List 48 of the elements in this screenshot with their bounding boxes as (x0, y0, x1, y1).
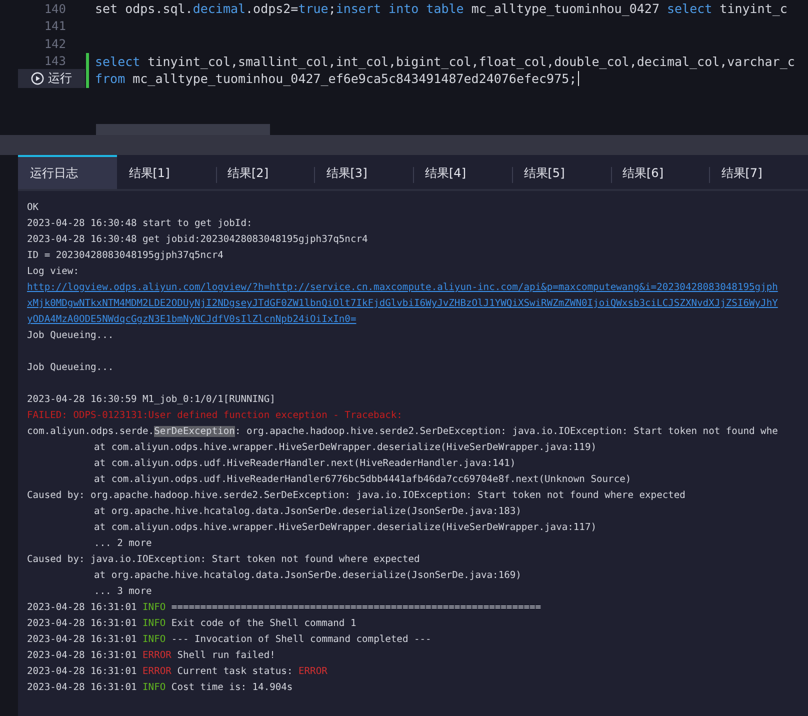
log-line: at com.aliyun.odps.hive.wrapper.HiveSerDeWrapper.deserialize(HiveSerDeWrapper.java:117) (93, 521, 598, 535)
log-line: at org.apache.hive.hcatalog.data.JsonSerDe.deserialize(JsonSerDe.java:169) (93, 569, 522, 583)
code-line: from mc_alltype_tuominhou_0427_ef6e9ca5c843491487ed24076efec975; (94, 70, 579, 88)
log-line: ... 2 more (93, 537, 153, 551)
line-number: 142 (44, 36, 67, 51)
log-line: 2023-04-28 16:31:01 INFO Cost time is: 14.904s (27, 681, 294, 695)
log-line: 2023-04-28 16:30:48 start to get jobId: (27, 217, 254, 231)
log-line: 2023-04-28 16:31:01 INFO --- Invocation of Shell command completed --- (27, 633, 432, 647)
log-line: Job Queueing... (27, 361, 115, 375)
tab[interactable]: 结果[6] (610, 155, 710, 189)
tab[interactable]: 结果[5] (512, 155, 610, 189)
log-line: ... 3 more (93, 585, 153, 599)
code-editor[interactable] (0, 0, 808, 135)
tab[interactable]: 结果[1] (116, 155, 216, 189)
log-line: at com.aliyun.odps.hive.wrapper.HiveSerDeWrapper.deserialize(HiveSerDeWrapper.java:119) (93, 441, 598, 455)
log-line: com.aliyun.odps.serde.SerDeException: org.apache.hadoop.hive.serde2.SerDeException: java.io.IOException: Start token not found whe (27, 425, 779, 439)
line-number: 143 (44, 54, 67, 68)
log-line: at com.aliyun.odps.udf.HiveReaderHandler.next(HiveReaderHandler.java:141) (93, 457, 517, 471)
log-line: at com.aliyun.odps.udf.HiveReaderHandler6776bc5dbb4441afb46da7cc69704e8f.next(Unknown Source) (93, 473, 632, 487)
log-link[interactable]: yODA4MzA0ODE5NWdqcGgzN3E1bmNyNCJdfV0sIlZlcnNpb24iOiIxIn0= (27, 312, 808, 328)
log-link[interactable]: http://logview.odps.aliyun.com/logview/?h=http://service.cn.maxcompute.aliyun-inc.com/api&p=maxcomputewang&i=20230428083048195gjph (27, 280, 808, 296)
log-line: 2023-04-28 16:31:01 ERROR Current task status: ERROR (27, 665, 328, 679)
code-line: set odps.sql.decimal.odps2=true;insert into table mc_alltype_tuominhou_0427 select tinyint_c (94, 0, 788, 18)
log-line: FAILED: ODPS-0123131:User defined function exception - Traceback: (27, 409, 404, 423)
log-line: Caused by: org.apache.hadoop.hive.serde2.SerDeException: java.io.IOException: Start token not found where expected (27, 489, 686, 503)
horizontal-scrollbar[interactable] (96, 124, 270, 135)
log-line: 2023-04-28 16:31:01 INFO ================================================================ (27, 601, 542, 615)
run-button[interactable]: 运行 (18, 69, 85, 88)
log-line: 2023-04-28 16:31:01 INFO Exit code of the Shell command 1 (27, 617, 358, 631)
log-line: Log view: (27, 265, 80, 279)
tab[interactable]: 结果[2] (216, 155, 314, 189)
log-line: 2023-04-28 16:30:59 M1_job_0:1/0/1[RUNNING] (27, 393, 276, 407)
log-line: Caused by: java.io.IOException: Start token not found where expected (27, 553, 421, 567)
tab[interactable]: 运行日志 (18, 155, 117, 189)
log-line: Job Queueing... (27, 329, 115, 343)
log-line: 2023-04-28 16:30:48 get jobid:20230428083048195gjph37q5ncr4 (27, 233, 369, 247)
play-icon (31, 72, 44, 86)
log-line: ID = 20230428083048195gjph37q5ncr4 (27, 249, 224, 263)
log-line: 2023-04-28 16:31:01 ERROR Shell run failed! (27, 649, 276, 663)
tab[interactable]: 结果[7] (709, 155, 808, 189)
code-line: select tinyint_col,smallint_col,int_col,bigint_col,float_col,double_col,decimal_col,varchar_c (94, 52, 795, 70)
line-number: 140 (44, 2, 67, 16)
log-link[interactable]: xMjk0MDgwNTkxNTM4MDM2LDE2ODUyNjI2NDgseyJTdGF0ZW1lbnQiOlt7IkFjdGlvbiI6WyJvZHBzOlJ1YWQiXSwiRWZmZWN0IjoiQWxsb3ciLCJSZXNvdXJjZSI6WyJhY (27, 296, 808, 312)
log-line: OK (27, 201, 40, 215)
log-line: at org.apache.hive.hcatalog.data.JsonSerDe.deserialize(JsonSerDe.java:183) (93, 505, 522, 519)
line-number: 141 (44, 19, 67, 34)
tab[interactable]: 结果[4] (413, 155, 512, 189)
tab[interactable]: 结果[3] (314, 155, 413, 189)
